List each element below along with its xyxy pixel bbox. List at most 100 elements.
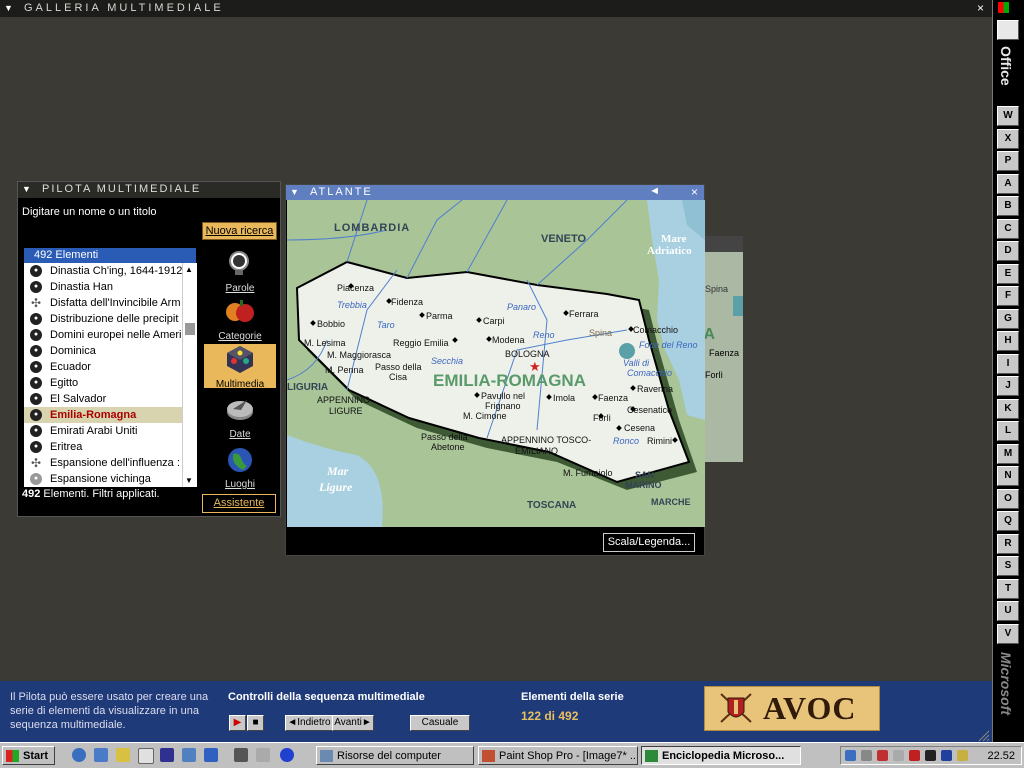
- office-toolbar-button[interactable]: K: [997, 398, 1019, 419]
- outlook-icon[interactable]: [116, 748, 130, 762]
- tray-scheduler-icon[interactable]: [893, 750, 904, 761]
- office-toolbar-button[interactable]: X: [997, 128, 1019, 149]
- gallery-close-button[interactable]: ×: [977, 1, 984, 15]
- assistant-button[interactable]: Assistente: [202, 494, 276, 513]
- internet-explorer-icon[interactable]: [72, 748, 86, 762]
- office-toolbar-button[interactable]: D: [997, 241, 1019, 261]
- next-button[interactable]: Avanti►: [332, 715, 374, 731]
- office-menu-icon[interactable]: [998, 2, 1009, 13]
- list-item[interactable]: ● Egitto: [24, 375, 196, 391]
- task-button-active[interactable]: Enciclopedia Microso...: [641, 746, 801, 765]
- category-parole[interactable]: Parole: [204, 248, 276, 294]
- office-toolbar-button[interactable]: O: [997, 488, 1019, 509]
- previous-button[interactable]: ◄Indietro: [285, 715, 333, 731]
- office-toolbar-button[interactable]: S: [997, 556, 1019, 576]
- office-toolbar-button[interactable]: U: [997, 601, 1019, 621]
- list-item[interactable]: ● Dominica: [24, 343, 196, 359]
- gallery-menu-icon[interactable]: ▼: [4, 3, 13, 13]
- taskbar: Start Risorse del computer Paint Shop Pr…: [0, 742, 1024, 768]
- list-item[interactable]: ● Dinastia Ch'ing, 1644-1912: [24, 263, 196, 279]
- list-item[interactable]: ● Eritrea: [24, 439, 196, 455]
- resize-grip-icon[interactable]: [978, 729, 990, 742]
- atlas-title-bar: ▼ ATLANTE ◄ ×: [286, 185, 704, 200]
- office-toolbar-button[interactable]: J: [997, 376, 1019, 396]
- list-item[interactable]: ● Distribuzione delle precipit: [24, 311, 196, 327]
- tray-app-icon[interactable]: [909, 750, 920, 761]
- scroll-thumb[interactable]: [185, 323, 195, 335]
- office-toolbar-button[interactable]: B: [997, 196, 1019, 216]
- random-button[interactable]: Casuale: [410, 715, 470, 731]
- atlas-back-button[interactable]: ◄: [649, 185, 660, 197]
- list-item[interactable]: ✣ Espansione dell'influenza :: [24, 455, 196, 471]
- pencil-icon[interactable]: [234, 748, 248, 762]
- list-item-label: Emirati Arabi Uniti: [50, 425, 138, 437]
- list-item[interactable]: ● Espansione vichinga: [24, 471, 196, 487]
- list-item[interactable]: ● Emilia-Romagna: [24, 407, 196, 423]
- desktop-icon[interactable]: [94, 748, 108, 762]
- list-item-label: Eritrea: [50, 441, 83, 453]
- item-list[interactable]: ● Dinastia Ch'ing, 1644-1912 ● Dinastia Han…: [24, 263, 196, 487]
- tray-security-icon[interactable]: [877, 750, 888, 761]
- category-label: Date: [229, 429, 251, 440]
- atlas-menu-icon[interactable]: ▼: [290, 187, 299, 197]
- list-item-label: El Salvador: [50, 393, 107, 405]
- category-date[interactable]: Date: [204, 396, 276, 442]
- atlas-window: ▼ ATLANTE ◄ × LOMBARDIA VENETO Mare Adri…: [285, 184, 705, 556]
- tray-volume-icon[interactable]: [861, 750, 872, 761]
- clip-icon[interactable]: [256, 748, 270, 762]
- play-button[interactable]: ▶: [229, 715, 246, 731]
- office-toolbar-button[interactable]: H: [997, 331, 1019, 351]
- network-icon[interactable]: [182, 748, 196, 762]
- list-scrollbar[interactable]: ▲ ▼: [182, 263, 197, 487]
- task-button[interactable]: Paint Shop Pro - [Image7* ...: [478, 746, 638, 765]
- office-app-button[interactable]: [997, 20, 1019, 40]
- tray-eye-icon[interactable]: [925, 750, 936, 761]
- tray-language-icon[interactable]: [941, 750, 952, 761]
- list-item[interactable]: ● Domini europei nelle Ameri: [24, 327, 196, 343]
- tray-network-icon[interactable]: [845, 750, 856, 761]
- scroll-down-icon[interactable]: ▼: [185, 476, 193, 485]
- office-toolbar-button[interactable]: A: [997, 173, 1019, 194]
- slideshow-controls-panel: Il Pilota può essere usato per creare un…: [0, 681, 992, 742]
- floppy-icon[interactable]: [160, 748, 174, 762]
- office-toolbar-button[interactable]: V: [997, 623, 1019, 644]
- start-label: Start: [23, 750, 49, 762]
- list-item[interactable]: ● Dinastia Han: [24, 279, 196, 295]
- list-item[interactable]: ● Emirati Arabi Uniti: [24, 423, 196, 439]
- start-button[interactable]: Start: [2, 746, 55, 765]
- new-search-button[interactable]: Nuova ricerca: [202, 222, 277, 240]
- tray-monitor-icon[interactable]: [957, 750, 968, 761]
- list-item-label: Espansione dell'influenza :: [50, 457, 180, 469]
- list-item[interactable]: ● El Salvador: [24, 391, 196, 407]
- scale-legend-button[interactable]: Scala/Legenda...: [603, 533, 695, 552]
- office-toolbar-button[interactable]: G: [997, 308, 1019, 329]
- office-toolbar-button[interactable]: M: [997, 443, 1019, 464]
- office-toolbar-button[interactable]: C: [997, 218, 1019, 239]
- list-item[interactable]: ✣ Disfatta dell'Invincibile Arm: [24, 295, 196, 311]
- city-label: LIGURE: [329, 406, 363, 416]
- office-toolbar-button[interactable]: W: [997, 106, 1019, 126]
- media-icon[interactable]: [280, 748, 294, 762]
- atlas-close-button[interactable]: ×: [691, 185, 698, 199]
- emilia-romagna-map[interactable]: LOMBARDIA VENETO Mare Adriatico LIGURIA …: [287, 200, 705, 527]
- category-luoghi[interactable]: Luoghi: [204, 446, 276, 492]
- office-toolbar-button[interactable]: L: [997, 421, 1019, 441]
- pilota-menu-icon[interactable]: ▼: [22, 184, 31, 194]
- office-toolbar-button[interactable]: F: [997, 286, 1019, 306]
- office-toolbar-button[interactable]: T: [997, 578, 1019, 599]
- office-toolbar-button[interactable]: N: [997, 466, 1019, 486]
- city-label: Imola: [553, 393, 575, 403]
- office-toolbar-button[interactable]: R: [997, 533, 1019, 554]
- stop-button[interactable]: ■: [247, 715, 264, 731]
- search-icon[interactable]: [138, 748, 154, 764]
- list-item[interactable]: ● Ecuador: [24, 359, 196, 375]
- scroll-up-icon[interactable]: ▲: [185, 265, 193, 274]
- category-multimedia[interactable]: Multimedia: [204, 344, 276, 390]
- office-toolbar-button[interactable]: P: [997, 151, 1019, 171]
- office-toolbar-button[interactable]: E: [997, 263, 1019, 284]
- messenger-icon[interactable]: [204, 748, 218, 762]
- category-categorie[interactable]: Categorie: [204, 298, 276, 344]
- task-button[interactable]: Risorse del computer: [316, 746, 474, 765]
- office-toolbar-button[interactable]: Q: [997, 511, 1019, 531]
- office-toolbar-button[interactable]: I: [997, 353, 1019, 374]
